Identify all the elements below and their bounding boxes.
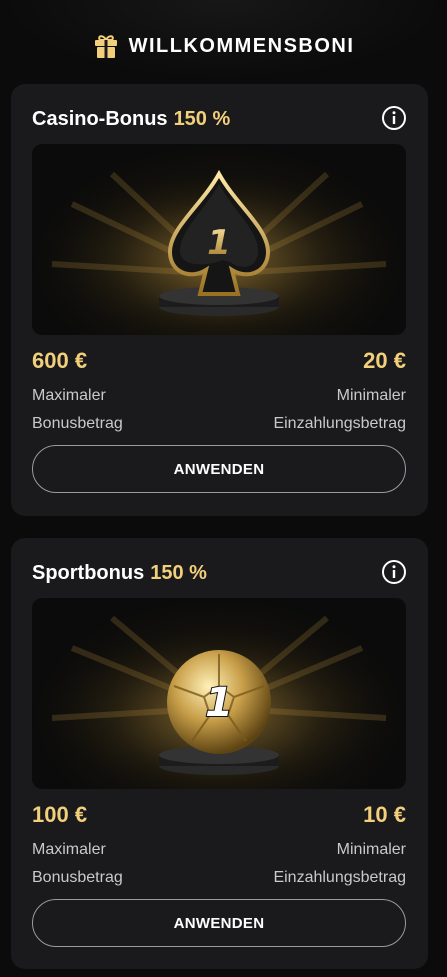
max-bonus-label-line1: Maximaler (32, 387, 106, 404)
card-title-row: Sportbonus 150 % (32, 558, 407, 588)
page-title: WILLKOMMENSBONI (128, 34, 355, 57)
hero-numeral: 1 (207, 223, 231, 263)
card-title-row: Casino-Bonus 150 % (32, 104, 407, 134)
min-deposit-label: Minimaler Einzahlungsbetrag (273, 836, 406, 892)
max-bonus-amount: 100 € (32, 802, 88, 827)
max-bonus-label-line1: Maximaler (32, 841, 106, 858)
apply-casino-bonus-button[interactable]: ANWENDEN (32, 445, 406, 493)
min-deposit-label: Minimaler Einzahlungsbetrag (273, 382, 406, 438)
min-deposit-amount: 10 € (363, 802, 406, 827)
hero-numeral: 1 (205, 680, 233, 726)
info-icon[interactable] (381, 105, 407, 131)
casino-bonus-card: Casino-Bonus 150 % 1 600 € 20 € Maximale… (11, 84, 428, 516)
min-deposit-label-line2: Einzahlungsbetrag (273, 415, 406, 432)
min-deposit-amount: 20 € (363, 348, 406, 373)
info-icon[interactable] (381, 559, 407, 585)
min-deposit-label-line1: Minimaler (336, 841, 406, 858)
max-bonus-label: Maximaler Bonusbetrag (32, 836, 123, 892)
bonus-percent: 150 % (150, 561, 207, 584)
min-deposit-label-line1: Minimaler (336, 387, 406, 404)
max-bonus-label-line2: Bonusbetrag (32, 415, 123, 432)
spade-trophy-image: 1 (32, 144, 406, 335)
apply-sport-bonus-button[interactable]: ANWENDEN (32, 899, 406, 947)
football-trophy-image: 1 (32, 598, 406, 789)
max-bonus-label: Maximaler Bonusbetrag (32, 382, 123, 438)
min-deposit-label-line2: Einzahlungsbetrag (273, 869, 406, 886)
card-title: Sportbonus (32, 561, 145, 584)
gift-icon (94, 35, 117, 58)
welcome-bonus-header: WILLKOMMENSBONI (0, 28, 447, 64)
max-bonus-amount: 600 € (32, 348, 88, 373)
max-bonus-label-line2: Bonusbetrag (32, 869, 123, 886)
card-title: Casino-Bonus (32, 107, 168, 130)
sport-bonus-card: Sportbonus 150 % 1 100 € 10 € Maximaler … (11, 538, 428, 969)
bonus-percent: 150 % (173, 107, 231, 130)
